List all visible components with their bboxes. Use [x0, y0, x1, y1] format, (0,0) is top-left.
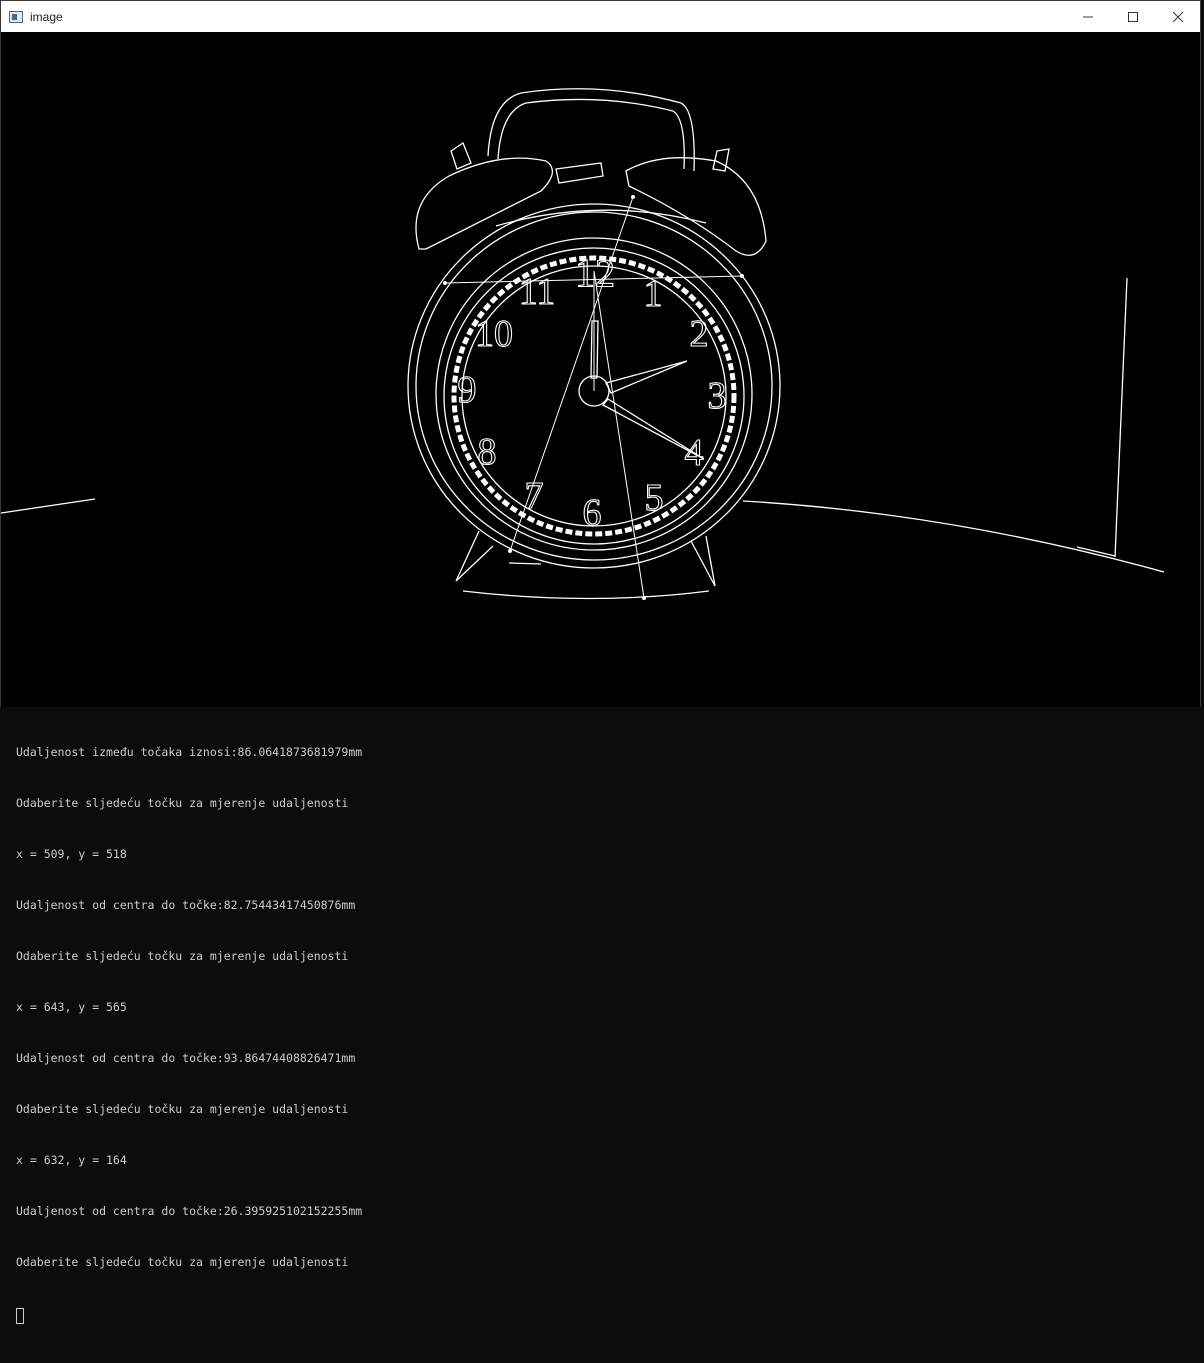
close-icon — [1172, 11, 1183, 22]
numeral-7: 7 — [525, 475, 544, 517]
image-window: image 12 1 2 3 4 5 6 7 8 9 10 11 — [0, 0, 1201, 707]
console-line: Odaberite sljedeću točku za mjerenje uda… — [16, 1255, 349, 1269]
numeral-6: 6 — [583, 492, 602, 534]
console-line: Udaljenost od centra do točke:82.7544341… — [16, 898, 356, 912]
clock-base-shadow — [462, 590, 710, 600]
numeral-5: 5 — [645, 477, 664, 519]
console-line: x = 643, y = 565 — [16, 1000, 127, 1014]
window-controls — [1065, 1, 1200, 32]
minimize-button[interactable] — [1065, 1, 1110, 32]
bell-right-knob — [712, 148, 730, 172]
numeral-3: 3 — [708, 375, 727, 417]
title-bar[interactable]: image — [1, 1, 1200, 32]
console-line: Odaberite sljedeću točku za mjerenje uda… — [16, 796, 349, 810]
clock-foot-left — [455, 530, 494, 582]
numeral-10: 10 — [475, 313, 513, 355]
console-line: Udaljenost između točaka iznosi:86.06418… — [16, 745, 363, 759]
opencv-window-icon — [9, 10, 23, 23]
measure-point — [631, 195, 635, 199]
edge-detected-clock-image[interactable]: 12 1 2 3 4 5 6 7 8 9 10 11 — [1, 33, 1200, 707]
numeral-12: 12 — [575, 251, 615, 296]
hour-hand — [605, 360, 688, 394]
minimize-icon — [1082, 16, 1093, 17]
clock-foot-right — [690, 535, 716, 587]
measure-line-b — [593, 270, 645, 599]
numeral-4: 4 — [685, 432, 704, 474]
measure-point — [443, 281, 447, 285]
numeral-11: 11 — [519, 271, 556, 313]
numeral-2: 2 — [690, 313, 709, 355]
window-title: image — [30, 9, 63, 24]
bell-right — [625, 157, 767, 256]
image-canvas[interactable]: 12 1 2 3 4 5 6 7 8 9 10 11 — [1, 33, 1200, 707]
console-line: Udaljenost od centra do točke:26.3959251… — [16, 1204, 363, 1218]
maximize-button[interactable] — [1110, 1, 1155, 32]
console-line: Odaberite sljedeću točku za mjerenje uda… — [16, 949, 349, 963]
console-window[interactable]: Udaljenost između točaka iznosi:86.06418… — [0, 707, 1204, 1324]
measure-point — [642, 596, 646, 600]
clock-base-mark — [508, 562, 542, 565]
console-line: Udaljenost od centra do točke:93.8647440… — [16, 1051, 356, 1065]
console-line: x = 632, y = 164 — [16, 1153, 127, 1167]
table-edge-left — [1, 498, 96, 514]
numeral-9: 9 — [458, 369, 477, 411]
measure-point — [508, 549, 512, 553]
console-line: x = 509, y = 518 — [16, 847, 127, 861]
close-button[interactable] — [1155, 1, 1200, 32]
bell-left — [415, 157, 553, 250]
console-output: Udaljenost između točaka iznosi:86.06418… — [16, 710, 362, 1363]
maximize-icon — [1127, 11, 1138, 22]
top-button — [555, 162, 604, 184]
console-line: Odaberite sljedeću točku za mjerenje uda… — [16, 1102, 349, 1116]
table-edge-right — [742, 500, 1165, 573]
wall-edge — [1114, 277, 1128, 558]
numeral-8: 8 — [478, 431, 497, 473]
bell-left-knob — [450, 142, 472, 170]
numeral-1: 1 — [644, 273, 663, 315]
measure-point — [740, 274, 744, 278]
text-cursor[interactable] — [16, 1308, 24, 1324]
